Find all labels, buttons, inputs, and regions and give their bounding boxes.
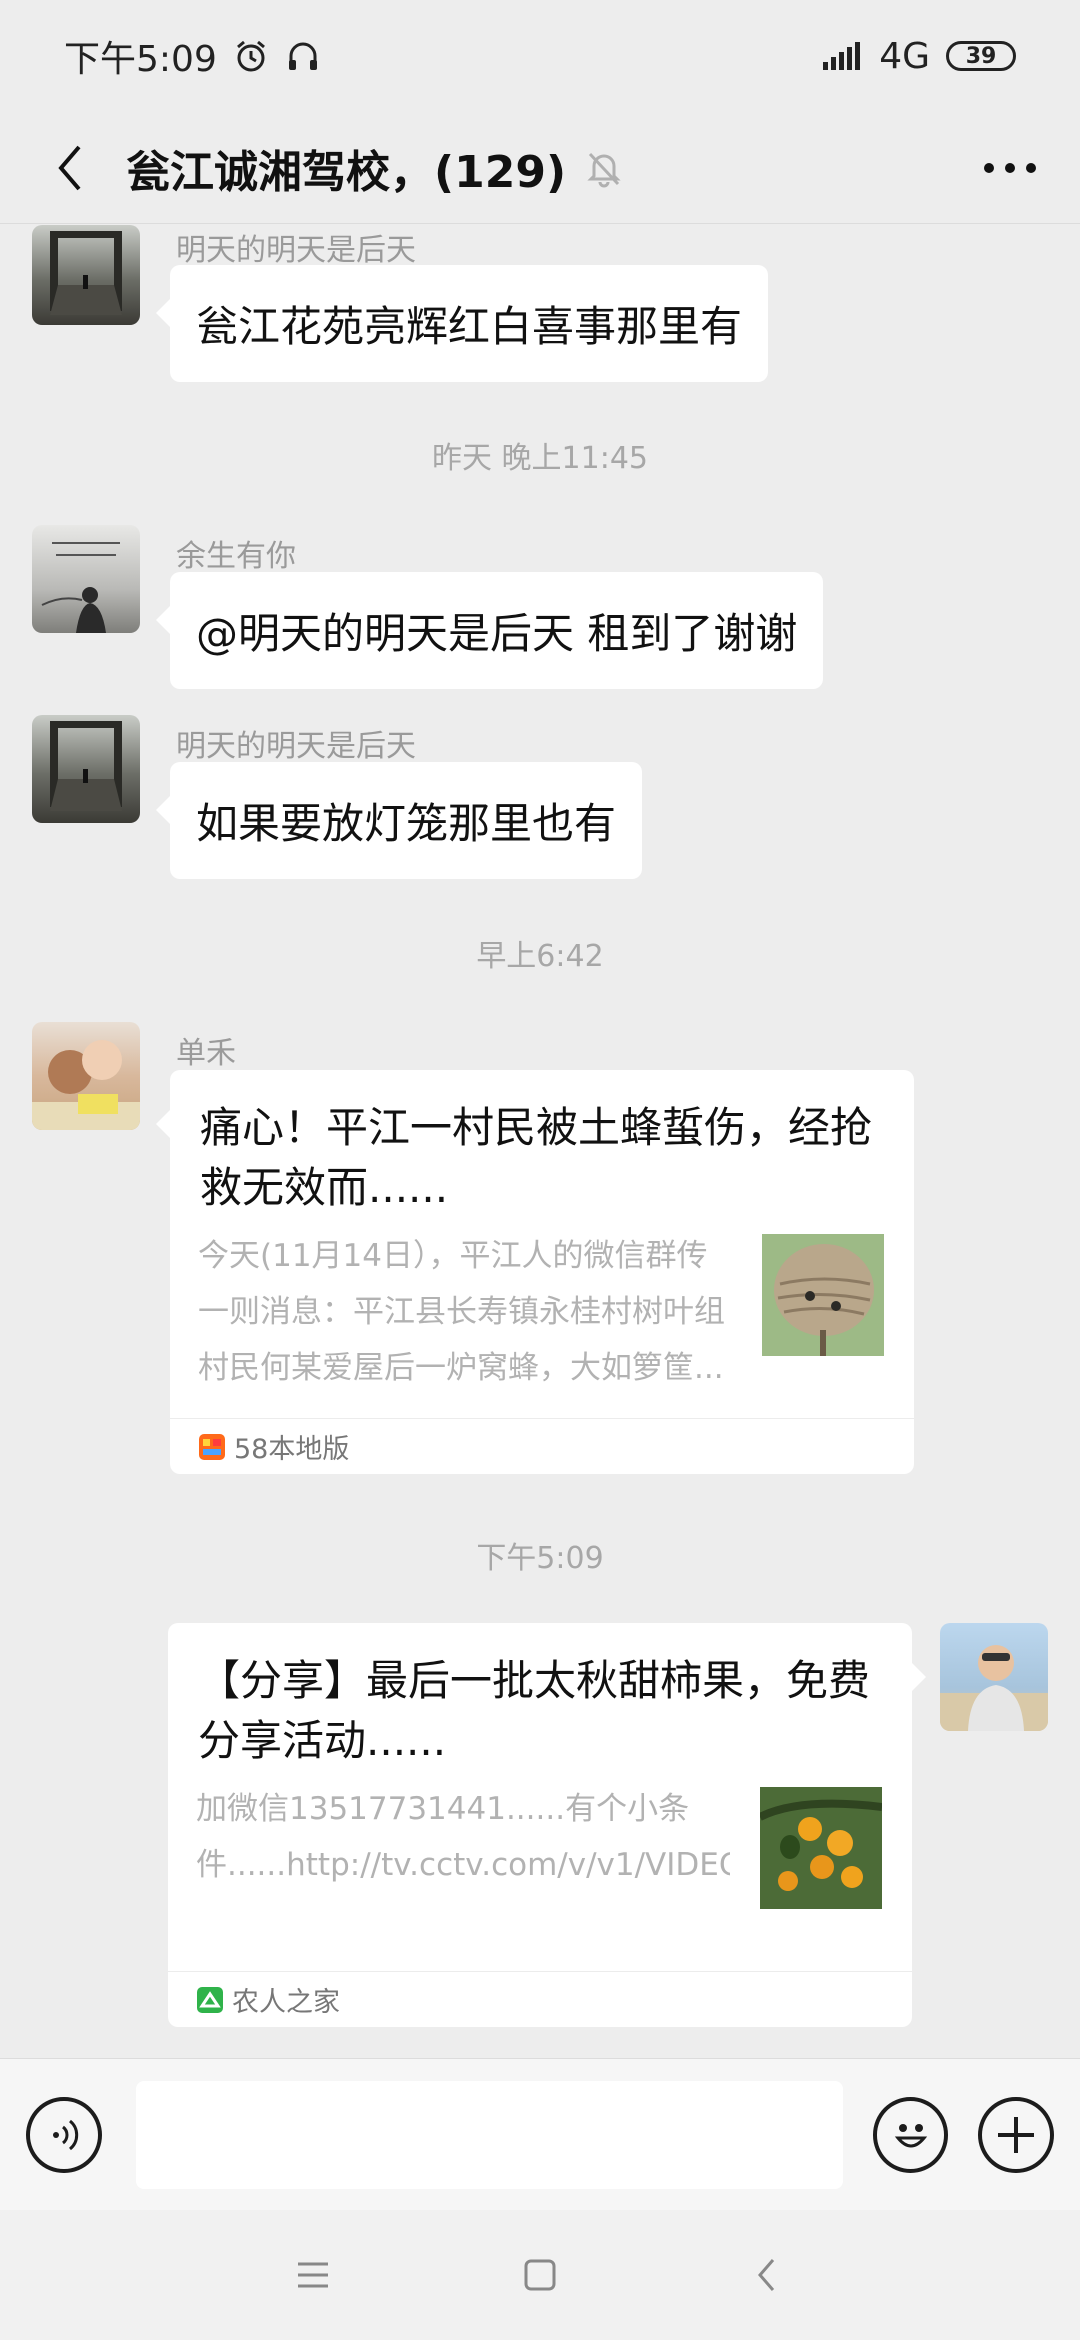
sender-name: 明天的明天是后天 bbox=[176, 729, 416, 764]
text-bubble[interactable]: @明天的明天是后天 租到了谢谢 bbox=[155, 572, 824, 689]
status-left: 下午5:09 bbox=[64, 30, 321, 82]
card-description: 加微信13517731441......有个小条件......http://tv… bbox=[196, 1791, 730, 1883]
card-thumbnail bbox=[762, 1234, 884, 1356]
battery-indicator: 39 bbox=[946, 41, 1016, 71]
text-bubble[interactable]: 如果要放灯笼那里也有 bbox=[155, 762, 643, 879]
status-time: 下午5:09 bbox=[64, 39, 217, 80]
sender-name: 单禾 bbox=[176, 1036, 236, 1071]
status-bar: 下午5:09 4G 39 bbox=[0, 0, 1080, 112]
chevron-left-icon bbox=[58, 145, 81, 190]
network-type: 4G bbox=[879, 35, 930, 77]
mute-bell-icon bbox=[587, 152, 621, 187]
title-bar: 瓮江诚湘驾校，(129) bbox=[0, 112, 1080, 224]
add-more-button[interactable] bbox=[978, 2096, 1054, 2173]
farmer-app-icon bbox=[197, 1986, 223, 2013]
smiley-icon bbox=[894, 2123, 927, 2147]
card-title: 痛心！平江一村民被土蜂蜇伤，经抢救无效而...... bbox=[200, 1103, 873, 1212]
plus-icon bbox=[998, 2116, 1035, 2153]
nav-menu-button[interactable] bbox=[273, 2235, 353, 2315]
sender-name: 余生有你 bbox=[176, 539, 296, 574]
system-nav-bar bbox=[0, 2210, 1080, 2340]
card-footer: 58本地版 bbox=[170, 1418, 914, 1474]
avatar[interactable] bbox=[32, 1022, 140, 1130]
message-input[interactable] bbox=[135, 2080, 843, 2189]
more-dots-icon bbox=[984, 162, 1036, 173]
nav-back-icon bbox=[757, 2259, 774, 2291]
card-source: 58本地版 bbox=[234, 1434, 350, 1465]
avatar-photo-image bbox=[940, 1645, 1048, 1731]
alarm-icon bbox=[236, 40, 265, 72]
card-title: 【分享】最后一批太秋甜柿果，免费分享活动...... bbox=[198, 1656, 871, 1765]
nav-back-button[interactable] bbox=[727, 2235, 807, 2315]
chat-area[interactable]: 明天的明天是后天 瓮江花苑亮辉红白喜事那里有 昨天 晚上11:45 余生有你 @… bbox=[0, 225, 1080, 2055]
home-square-icon bbox=[524, 2259, 556, 2291]
chat-title: 瓮江诚湘驾校，(129) bbox=[126, 146, 567, 198]
menu-icon bbox=[298, 2262, 329, 2288]
58-app-icon bbox=[199, 1433, 225, 1460]
avatar-bridge-image bbox=[50, 721, 122, 811]
timestamp: 昨天 晚上11:45 bbox=[432, 441, 648, 476]
status-right: 4G 39 bbox=[821, 36, 1016, 77]
headphones-icon bbox=[288, 42, 317, 70]
card-source: 农人之家 bbox=[232, 1987, 340, 2018]
link-card[interactable]: 【分享】最后一批太秋甜柿果，免费分享活动...... 加微信1351773144… bbox=[168, 1623, 926, 2027]
more-options-button[interactable] bbox=[968, 126, 1052, 210]
card-footer: 农人之家 bbox=[168, 1971, 912, 2027]
avatar-silhouette-image bbox=[41, 542, 120, 633]
card-description: 今天(11月14日），平江人的微信群传一则消息：平江县长寿镇永桂村树叶组村民何某… bbox=[198, 1238, 725, 1386]
avatar[interactable] bbox=[32, 715, 140, 823]
emoji-button[interactable] bbox=[872, 2096, 949, 2173]
back-button[interactable] bbox=[28, 126, 112, 210]
link-card[interactable]: 痛心！平江一村民被土蜂蜇伤，经抢救无效而...... 今天(11月14日），平江… bbox=[156, 1070, 914, 1474]
wasp-nest-image bbox=[762, 1234, 884, 1356]
avatar[interactable] bbox=[940, 1623, 1048, 1731]
voice-button[interactable] bbox=[26, 2096, 102, 2173]
voice-icon bbox=[52, 2119, 78, 2150]
avatar-photo-image bbox=[32, 1040, 140, 1130]
sender-name: 明天的明天是后天 bbox=[176, 233, 416, 268]
card-thumbnail bbox=[760, 1787, 882, 1909]
persimmon-fruit-image bbox=[760, 1787, 882, 1909]
avatar[interactable] bbox=[32, 525, 140, 633]
timestamp: 早上6:42 bbox=[476, 939, 604, 974]
avatar-bridge-image bbox=[50, 231, 122, 315]
timestamp: 下午5:09 bbox=[476, 1541, 604, 1576]
nav-home-button[interactable] bbox=[500, 2235, 580, 2315]
input-bar bbox=[0, 2058, 1080, 2210]
signal-icon bbox=[823, 42, 861, 70]
avatar[interactable] bbox=[32, 225, 140, 325]
text-bubble[interactable]: 瓮江花苑亮辉红白喜事那里有 bbox=[155, 265, 769, 382]
